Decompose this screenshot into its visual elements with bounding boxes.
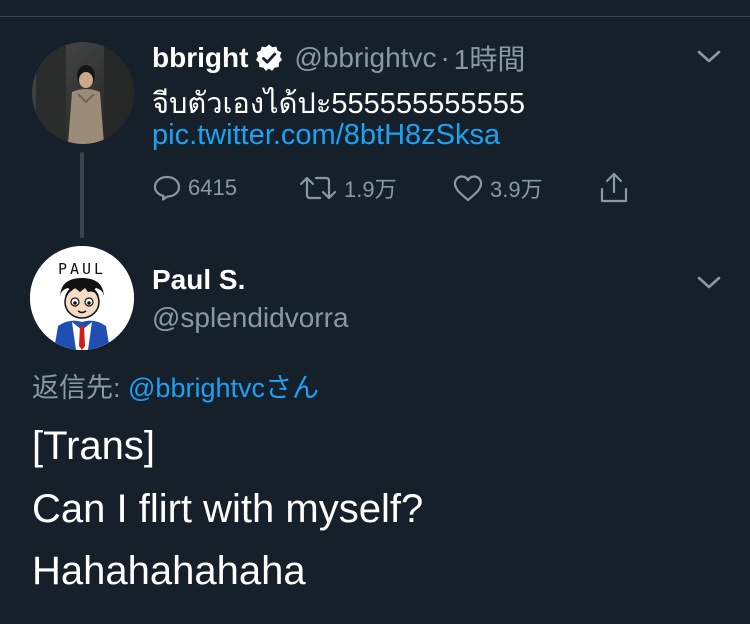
- avatar-drawing: PAUL: [30, 246, 134, 350]
- paul-avatar[interactable]: PAUL: [30, 246, 134, 350]
- thread-connector-line: [80, 152, 84, 238]
- reply-icon: [153, 175, 181, 201]
- retweet-count: 1.9万: [344, 177, 397, 202]
- tweet-media-link[interactable]: pic.twitter.com/8btH8zSksa: [152, 119, 500, 152]
- reply-display-name[interactable]: Paul S.: [152, 264, 245, 296]
- display-name[interactable]: bbright: [152, 42, 248, 74]
- chevron-down-icon[interactable]: [695, 46, 723, 66]
- verified-badge-icon: [254, 43, 284, 73]
- tweet-header: bbright @bbrightvc · 1時間: [152, 38, 525, 78]
- reply-text-line: [Trans]: [32, 424, 155, 468]
- chevron-down-icon[interactable]: [695, 272, 723, 292]
- heart-icon: [453, 175, 483, 202]
- replying-to: 返信先: @bbrightvcさん: [32, 366, 319, 405]
- separator-dot: ·: [440, 42, 450, 73]
- replying-to-suffix: さん: [264, 373, 319, 403]
- tweet-thread-screen: bbright @bbrightvc · 1時間 จีบตัวเองได้ปะ5…: [0, 0, 750, 624]
- tweet-actions: 6415 1.9万 3.9万: [152, 168, 652, 208]
- share-button[interactable]: [598, 168, 630, 208]
- share-icon: [600, 172, 628, 203]
- replying-to-mention[interactable]: @bbrightvc: [128, 373, 265, 403]
- top-divider: [0, 16, 750, 17]
- avatar-lettering: PAUL: [58, 260, 106, 278]
- replying-to-label: 返信先:: [32, 373, 129, 403]
- reply-text-line: Hahahahahaha: [32, 549, 306, 593]
- bbright-avatar[interactable]: [32, 42, 134, 144]
- reply-user-handle[interactable]: @splendidvorra: [152, 302, 349, 334]
- like-count: 3.9万: [490, 177, 543, 202]
- retweet-button[interactable]: 1.9万: [298, 168, 397, 208]
- tweet-timestamp[interactable]: 1時間: [454, 38, 526, 78]
- reply-count: 6415: [188, 175, 237, 200]
- like-button[interactable]: 3.9万: [452, 168, 543, 208]
- avatar-photo: [32, 42, 134, 144]
- reply-text-line: Can I flirt with myself?: [32, 487, 424, 531]
- user-handle[interactable]: @bbrightvc: [294, 42, 436, 74]
- retweet-icon: [299, 176, 337, 200]
- reply-button[interactable]: 6415: [152, 168, 237, 208]
